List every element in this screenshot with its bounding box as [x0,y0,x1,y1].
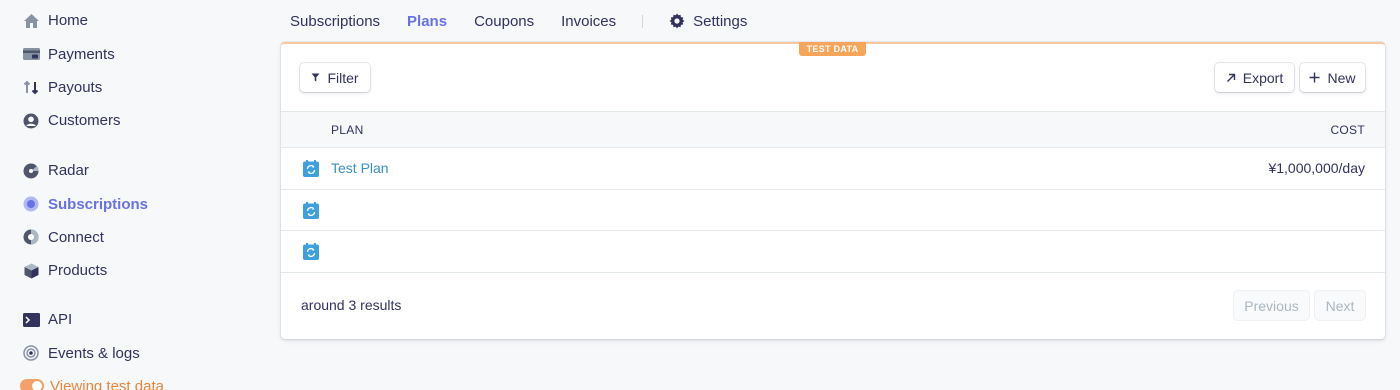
payouts-icon [22,78,40,96]
tab-settings[interactable]: Settings [669,13,747,30]
sidebar-group-main: Home Payments Payouts Customers [22,4,121,138]
table-row[interactable] [281,231,1385,273]
results-count: around 3 results [301,297,402,313]
sidebar-item-payouts[interactable]: Payouts [22,71,121,104]
sidebar-item-label: Products [48,262,108,280]
filter-label: Filter [327,69,359,86]
tab-invoices[interactable]: Invoices [561,13,616,30]
next-page-button[interactable]: Next [1315,291,1365,320]
sidebar-item-events[interactable]: Events & logs [22,336,164,369]
tab-plans[interactable]: Plans [407,13,447,30]
tab-coupons[interactable]: Coupons [474,13,534,30]
sidebar-item-connect[interactable]: Connect [22,221,148,254]
sidebar-item-label: Subscriptions [48,195,149,213]
sidebar-item-subscriptions[interactable]: Subscriptions [22,187,148,220]
events-icon [22,344,40,362]
table-row[interactable]: Test Plan ¥1,000,000/day [281,148,1385,190]
plans-card: TEST DATA Filter Export New PLAN COST Te… [281,42,1385,339]
sidebar-item-payments[interactable]: Payments [22,37,121,70]
sidebar-item-test-data-toggle[interactable]: Viewing test data [20,370,164,390]
filter-icon [311,73,320,82]
sidebar-item-label: Customers [48,112,121,130]
subscriptions-icon [22,195,40,213]
new-label: New [1327,69,1356,86]
sidebar-group-products: Radar Subscriptions Connect Products [22,154,148,288]
export-arrow-icon [1226,73,1236,83]
sidebar-item-products[interactable]: Products [22,254,148,287]
radar-icon [22,162,40,180]
sidebar-item-label: Home [48,12,89,30]
customers-icon [22,112,40,130]
sidebar-item-label: Events & logs [48,344,140,362]
plan-cost: ¥1,000,000/day [1268,160,1365,176]
sidebar-item-label: Payments [48,45,115,63]
recurring-plan-icon [303,201,319,219]
sidebar-item-label: Viewing test data [50,377,164,390]
recurring-plan-icon [303,160,319,177]
tab-subscriptions[interactable]: Subscriptions [290,13,380,30]
sidebar-item-api[interactable]: API [22,303,164,336]
top-tabs: Subscriptions Plans Coupons Invoices Set… [290,10,747,32]
tab-settings-label: Settings [693,12,748,30]
sidebar-item-label: API [48,311,73,329]
payments-icon [22,45,40,63]
toggle-icon[interactable] [20,379,44,390]
table-header: PLAN COST [281,111,1385,148]
export-button[interactable]: Export [1215,63,1294,92]
filter-button[interactable]: Filter [300,63,370,92]
sidebar-item-label: Radar [48,162,89,180]
tab-divider [642,14,644,28]
previous-page-button[interactable]: Previous [1234,291,1309,320]
connect-icon [22,228,40,246]
table-row[interactable] [281,190,1385,231]
home-icon [22,12,40,30]
sidebar-item-label: Payouts [48,78,103,96]
plus-icon [1309,72,1320,83]
new-plan-button[interactable]: New [1300,63,1365,92]
sidebar: Home Payments Payouts Customers Radar Su… [0,0,260,390]
export-label: Export [1242,69,1284,86]
sidebar-item-radar[interactable]: Radar [22,154,148,187]
column-header-plan: PLAN [331,123,364,137]
sidebar-item-customers[interactable]: Customers [22,104,121,137]
test-data-badge: TEST DATA [799,42,866,56]
plan-name-link[interactable]: Test Plan [331,160,389,176]
sidebar-item-label: Connect [48,228,104,246]
column-header-cost: COST [1330,123,1365,137]
gear-icon [669,13,685,29]
terminal-icon [22,311,40,329]
sidebar-item-home[interactable]: Home [22,4,121,37]
recurring-plan-icon [303,243,319,260]
sidebar-group-developers: API Events & logs Viewing test data [20,303,164,390]
products-icon [22,262,40,280]
